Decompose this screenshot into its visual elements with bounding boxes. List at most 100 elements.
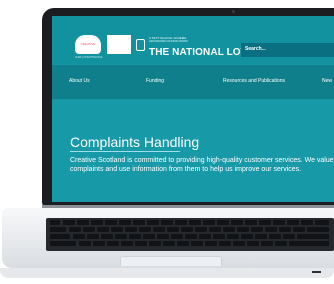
keyboard-key bbox=[63, 220, 75, 225]
keyboard-key bbox=[231, 220, 243, 225]
keyboard-key bbox=[147, 220, 159, 225]
keyboard-key bbox=[121, 241, 133, 246]
logo-caption: ALBA | CHRUTHACHAIL bbox=[75, 56, 103, 59]
screen: CREATIVE ALBA | CHRUTHACHAIL A TEXT SCHO… bbox=[52, 16, 334, 202]
keyboard-key bbox=[139, 227, 151, 232]
keyboard-key bbox=[101, 234, 113, 239]
keyboard-key bbox=[245, 220, 257, 225]
title-divider bbox=[70, 151, 180, 152]
keyboard-key bbox=[279, 227, 291, 232]
keyboard-key bbox=[153, 227, 165, 232]
search-input[interactable]: Search... bbox=[241, 43, 334, 57]
keyboard-key bbox=[83, 227, 95, 232]
keyboard-key bbox=[191, 241, 203, 246]
main-nav: About Us Funding Resources and Publicati… bbox=[52, 65, 334, 99]
camera-icon bbox=[232, 10, 235, 13]
keyboard-key bbox=[307, 227, 329, 232]
keyboard-key bbox=[227, 234, 239, 239]
keyboard-key bbox=[135, 241, 147, 246]
keyboard-key bbox=[175, 220, 187, 225]
keyboard-key bbox=[217, 220, 229, 225]
keyboard-key bbox=[251, 227, 263, 232]
keyboard-key bbox=[255, 234, 267, 239]
keyboard-key bbox=[237, 227, 249, 232]
creative-scotland-wordmark bbox=[107, 35, 131, 54]
lottery-subtext-line-2: ADVANCING FUNDS FROM bbox=[149, 39, 188, 44]
keyboard-key bbox=[177, 241, 189, 246]
keyboard-key bbox=[181, 227, 193, 232]
keyboard-key bbox=[195, 227, 207, 232]
keyboard-key bbox=[115, 234, 127, 239]
intro-text: Creative Scotland is committed to provid… bbox=[70, 157, 334, 173]
nav-item-about-us[interactable]: About Us bbox=[69, 78, 90, 84]
keyboard-key bbox=[289, 241, 329, 246]
keyboard-key bbox=[93, 241, 105, 246]
keyboard-key bbox=[293, 227, 305, 232]
keyboard-key bbox=[247, 241, 259, 246]
keyboard-key bbox=[79, 241, 91, 246]
trackpad bbox=[120, 256, 222, 266]
keyboard-key bbox=[163, 241, 175, 246]
keyboard-key bbox=[185, 234, 197, 239]
keyboard-key bbox=[241, 234, 253, 239]
page-title: Complaints Handling bbox=[70, 134, 200, 150]
keyboard-key bbox=[199, 234, 211, 239]
base-shadow bbox=[0, 268, 334, 278]
keyboard-key bbox=[157, 234, 169, 239]
keyboard-key bbox=[133, 220, 145, 225]
keyboard-key bbox=[125, 227, 137, 232]
keyboard-key bbox=[105, 220, 117, 225]
search-placeholder: Search... bbox=[245, 46, 266, 52]
laptop-lid: CREATIVE ALBA | CHRUTHACHAIL A TEXT SCHO… bbox=[42, 8, 334, 208]
keyboard bbox=[46, 218, 334, 251]
keyboard-key bbox=[143, 234, 155, 239]
keyboard-key bbox=[261, 241, 273, 246]
keyboard-key bbox=[50, 241, 76, 246]
lottery-hand-icon bbox=[136, 39, 145, 51]
power-indicator bbox=[312, 271, 321, 273]
nav-item-news[interactable]: New bbox=[322, 78, 332, 84]
keyboard-key bbox=[259, 220, 271, 225]
keyboard-key bbox=[301, 220, 313, 225]
keyboard-key bbox=[50, 234, 70, 239]
keyboard-key bbox=[283, 234, 295, 239]
keyboard-key bbox=[213, 234, 225, 239]
keyboard-key bbox=[87, 234, 99, 239]
keyboard-key bbox=[219, 241, 231, 246]
keyboard-key bbox=[69, 227, 81, 232]
keyboard-key bbox=[111, 227, 123, 232]
keyboard-key bbox=[189, 220, 201, 225]
keyboard-key bbox=[167, 227, 179, 232]
keyboard-key bbox=[73, 234, 85, 239]
keyboard-key bbox=[297, 234, 329, 239]
creative-scotland-logo[interactable]: CREATIVE bbox=[75, 35, 101, 54]
keyboard-key bbox=[205, 241, 217, 246]
laptop-base bbox=[2, 208, 334, 268]
keyboard-key bbox=[223, 227, 235, 232]
content-area: Complaints Handling Creative Scotland is… bbox=[52, 100, 334, 202]
keyboard-key bbox=[203, 220, 215, 225]
keyboard-key bbox=[107, 241, 119, 246]
keyboard-key bbox=[50, 220, 60, 225]
keyboard-key bbox=[315, 220, 329, 225]
lottery-subtext: A TEXT SCHOOL SCHEME ADVANCING FUNDS FRO… bbox=[149, 36, 219, 44]
keyboard-key bbox=[97, 227, 109, 232]
laptop-frame: CREATIVE ALBA | CHRUTHACHAIL A TEXT SCHO… bbox=[0, 0, 334, 284]
keyboard-key bbox=[209, 227, 221, 232]
keyboard-key bbox=[269, 234, 281, 239]
site-header: CREATIVE ALBA | CHRUTHACHAIL A TEXT SCHO… bbox=[52, 16, 334, 64]
keyboard-key bbox=[149, 241, 161, 246]
keyboard-key bbox=[265, 227, 277, 232]
keyboard-key bbox=[233, 241, 245, 246]
keyboard-key bbox=[161, 220, 173, 225]
keyboard-key bbox=[171, 234, 183, 239]
keyboard-key bbox=[50, 227, 66, 232]
keyboard-key bbox=[129, 234, 141, 239]
keyboard-key bbox=[91, 220, 103, 225]
nav-item-funding[interactable]: Funding bbox=[146, 78, 164, 84]
keyboard-key bbox=[119, 220, 131, 225]
keyboard-key bbox=[287, 220, 299, 225]
keyboard-key bbox=[275, 241, 287, 246]
keyboard-key bbox=[273, 220, 285, 225]
nav-item-resources[interactable]: Resources and Publications bbox=[223, 78, 285, 84]
